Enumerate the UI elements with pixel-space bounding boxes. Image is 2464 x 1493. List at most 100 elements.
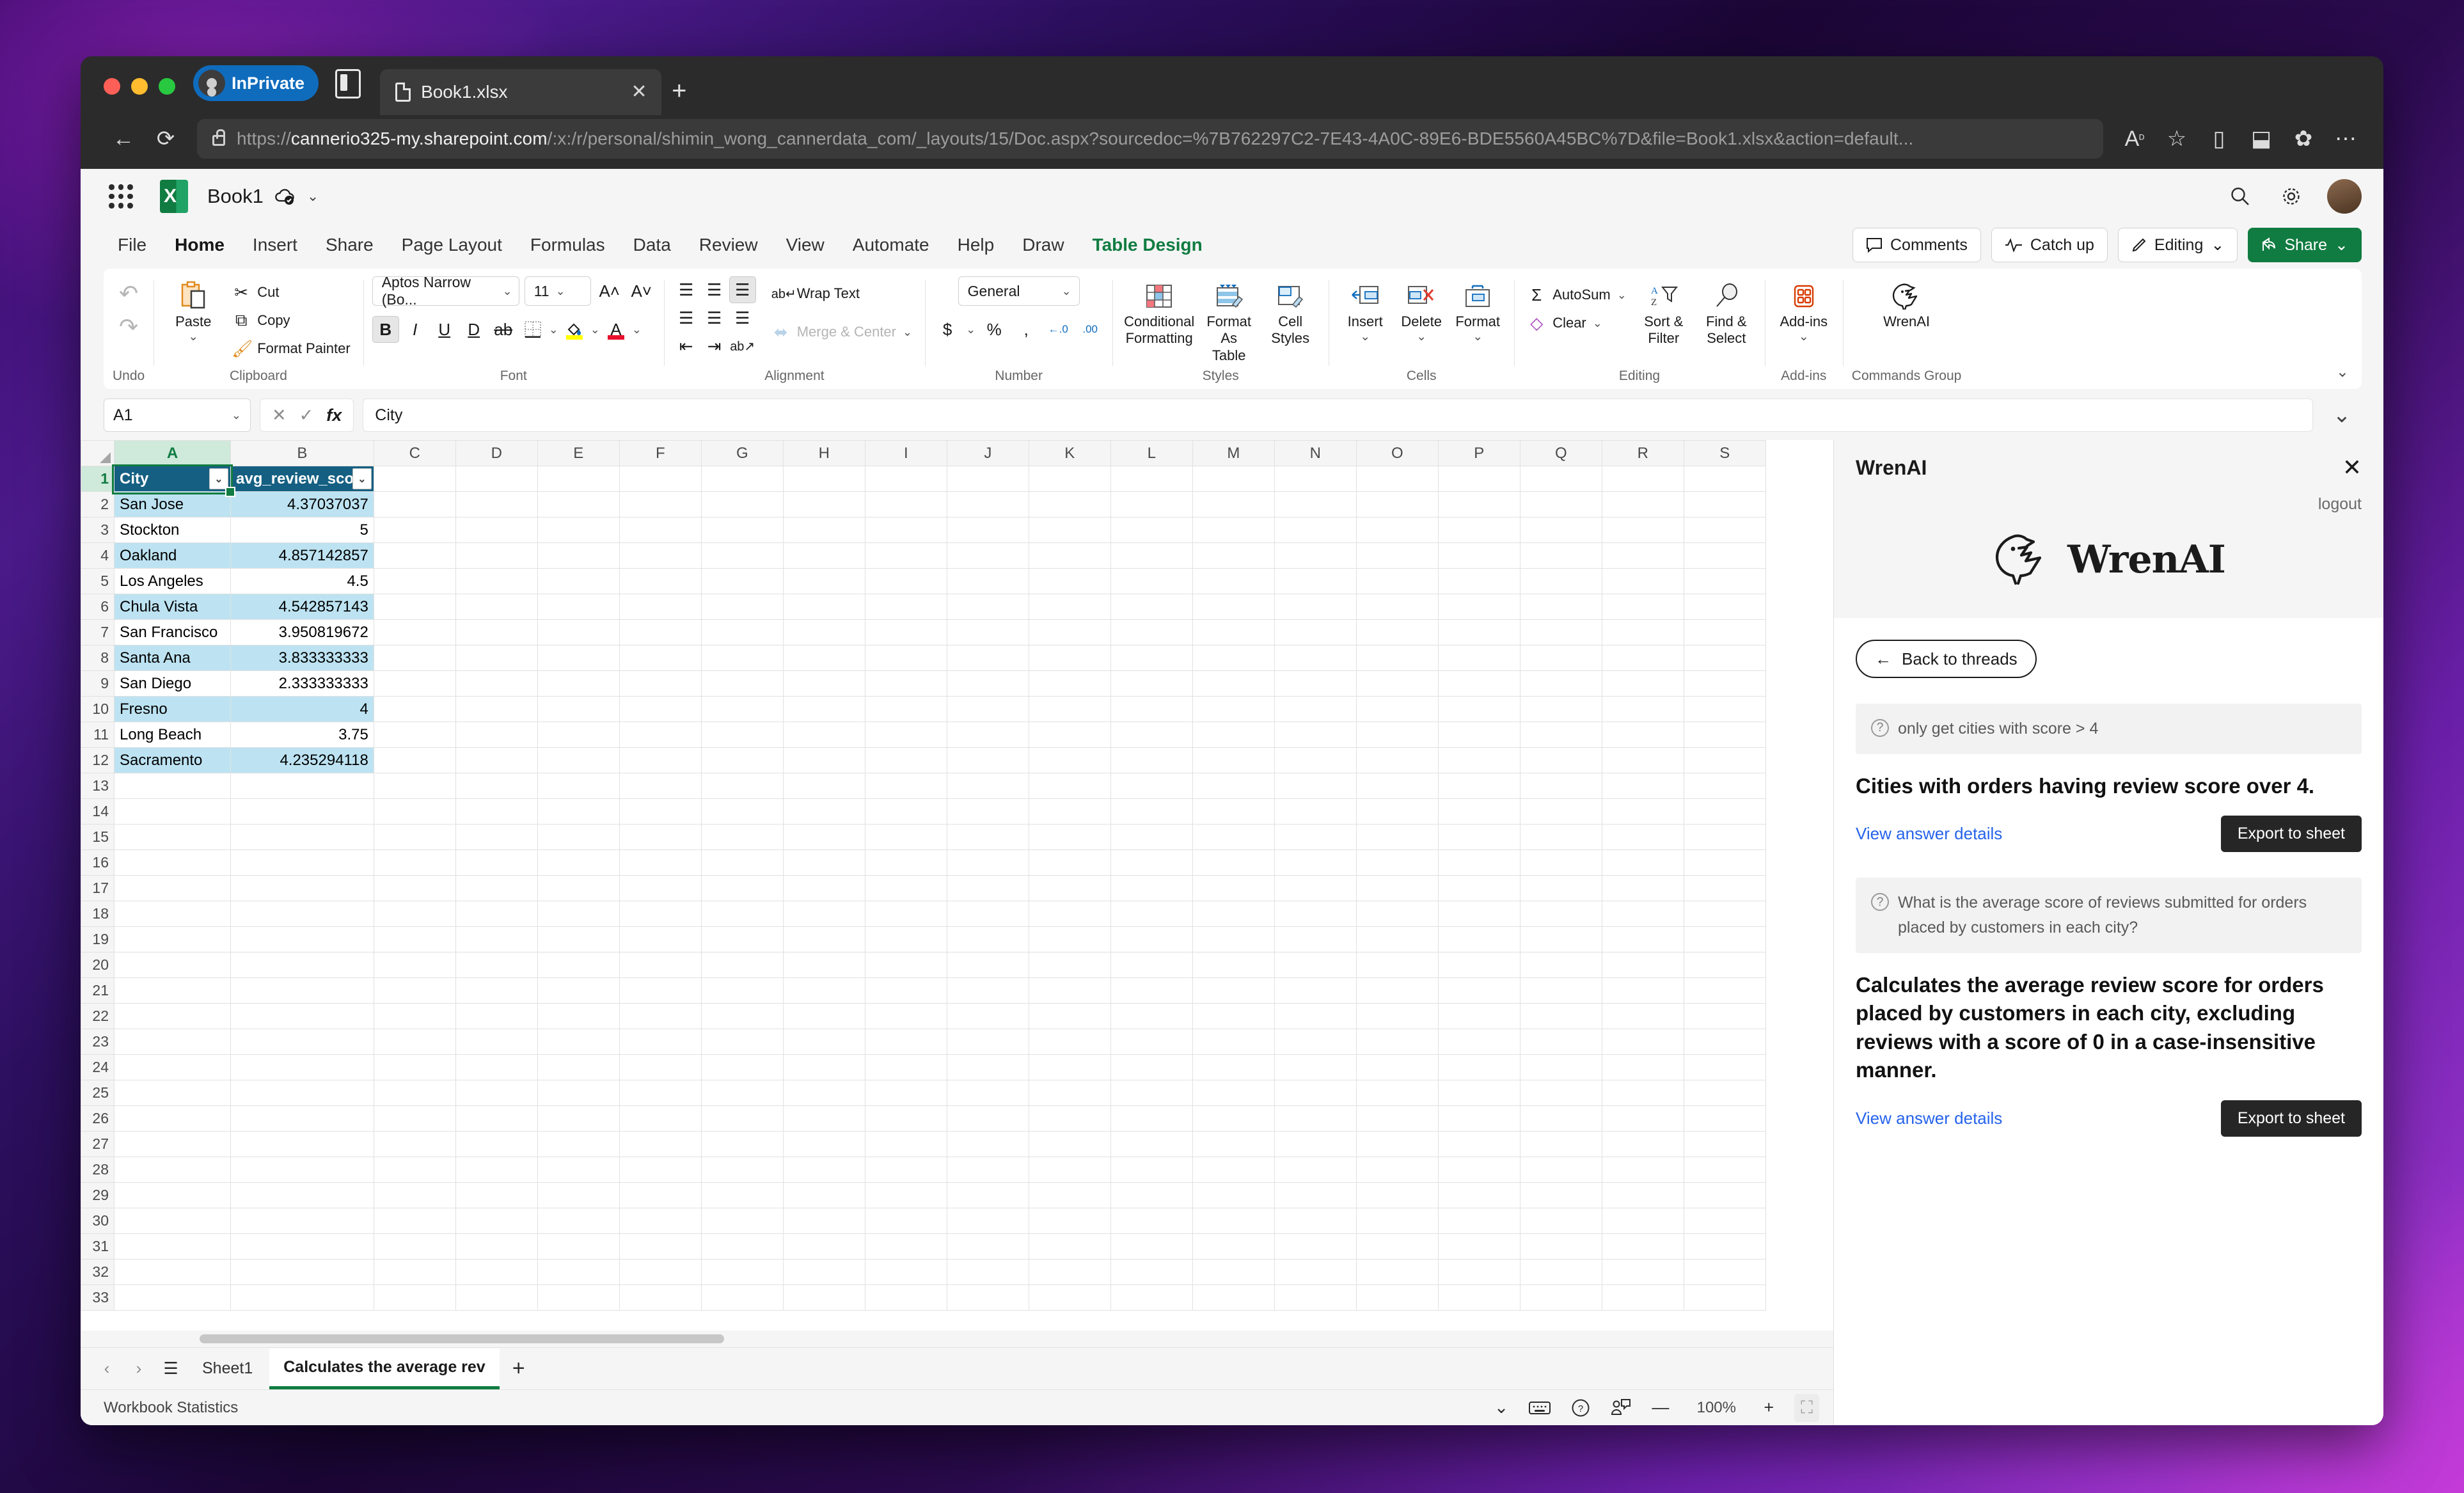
undo-icon[interactable]: ↶ (119, 280, 138, 307)
row-header-32[interactable]: 32 (81, 1259, 115, 1285)
cell-a7[interactable]: San Francisco (114, 619, 231, 645)
help-icon[interactable]: ? (1571, 1398, 1590, 1418)
editing-mode-button[interactable]: Editing ⌄ (2117, 228, 2238, 262)
currency-button[interactable]: $ (934, 316, 961, 343)
cell-b4[interactable]: 4.857142857 (230, 542, 374, 569)
cell-b2[interactable]: 4.37037037 (230, 491, 374, 517)
format-cells-button[interactable]: Format ⌄ (1450, 276, 1505, 345)
table-row[interactable]: 10 Fresno 4 (81, 696, 1766, 722)
chevron-down-icon[interactable]: ⌄ (1494, 1398, 1509, 1418)
chevron-down-icon[interactable]: ⌄ (188, 330, 198, 345)
row-header-16[interactable]: 16 (81, 849, 115, 876)
row-header-12[interactable]: 12 (81, 747, 115, 773)
grid-row[interactable]: 30 (81, 1208, 1766, 1234)
minimize-window-button[interactable] (131, 78, 148, 95)
chevron-down-icon[interactable]: ⌄ (1416, 330, 1426, 345)
cell-b10[interactable]: 4 (230, 696, 374, 722)
cell-b6[interactable]: 4.542857143 (230, 594, 374, 620)
add-sheet-button[interactable]: + (502, 1356, 535, 1381)
export-to-sheet-button-2[interactable]: Export to sheet (2220, 1100, 2362, 1137)
menu-item-review[interactable]: Review (685, 230, 772, 260)
menu-item-insert[interactable]: Insert (239, 230, 312, 260)
feedback-icon[interactable] (1611, 1398, 1631, 1417)
menu-item-draw[interactable]: Draw (1008, 230, 1078, 260)
grid-row[interactable]: 20 (81, 952, 1766, 978)
export-to-sheet-button-1[interactable]: Export to sheet (2220, 816, 2362, 853)
cell-a8[interactable]: Santa Ana (114, 645, 231, 671)
all-sheets-icon[interactable]: ☰ (156, 1354, 186, 1384)
number-format-select[interactable]: General ⌄ (958, 276, 1080, 306)
table-row[interactable]: 7 San Francisco 3.950819672 (81, 619, 1766, 645)
table-row[interactable]: 5 Los Angeles 4.5 (81, 568, 1766, 594)
row-header-7[interactable]: 7 (81, 619, 115, 645)
column-header-f[interactable]: F (619, 440, 702, 466)
url-input[interactable]: https://cannerio325-my.sharepoint.com/:x… (197, 119, 2103, 159)
row-header-14[interactable]: 14 (81, 798, 115, 825)
align-top-button[interactable]: ☰ (673, 276, 700, 303)
font-family-select[interactable]: Aptos Narrow (Bo... ⌄ (372, 274, 519, 308)
grid-row[interactable]: 33 (81, 1284, 1766, 1311)
menu-item-share[interactable]: Share (312, 230, 388, 260)
grid-row[interactable]: 25 (81, 1080, 1766, 1106)
format-painter-button[interactable]: 🖌 Format Painter (228, 335, 354, 362)
share-button[interactable]: Share ⌄ (2248, 228, 2362, 262)
format-as-table-button[interactable]: Format As Table (1198, 276, 1260, 364)
workbook-statistics-label[interactable]: Workbook Statistics (104, 1399, 238, 1417)
row-header-25[interactable]: 25 (81, 1080, 115, 1106)
menu-item-page-layout[interactable]: Page Layout (388, 230, 516, 260)
cell-a11[interactable]: Long Beach (114, 722, 231, 748)
column-header-a[interactable]: A (114, 440, 231, 466)
strikethrough-button[interactable]: ab (490, 316, 517, 343)
logout-link[interactable]: logout (1856, 495, 2362, 529)
redo-icon[interactable]: ↷ (119, 313, 138, 340)
back-to-threads-button[interactable]: ← Back to threads (1856, 640, 2037, 678)
cancel-formula-icon[interactable]: ✕ (272, 406, 287, 425)
grid-row[interactable]: 16 (81, 849, 1766, 876)
orientation-button[interactable]: ab↗ (729, 333, 756, 359)
decrease-indent-button[interactable]: ⇤ (673, 333, 700, 359)
table-row[interactable]: 12 Sacramento 4.235294118 (81, 747, 1766, 773)
menu-item-home[interactable]: Home (161, 230, 239, 260)
table-row[interactable]: 2 San Jose 4.37037037 (81, 491, 1766, 517)
cell-a12[interactable]: Sacramento (114, 747, 231, 773)
cell-a2[interactable]: San Jose (114, 491, 231, 517)
fit-to-window-icon[interactable]: ⛶ (1794, 1393, 1819, 1422)
menu-item-automate[interactable]: Automate (839, 230, 944, 260)
row-header-8[interactable]: 8 (81, 645, 115, 671)
scrollbar-thumb[interactable] (200, 1334, 724, 1343)
cell-a6[interactable]: Chula Vista (114, 594, 231, 620)
table-row[interactable]: 3 Stockton 5 (81, 517, 1766, 543)
column-header-j[interactable]: J (946, 440, 1029, 466)
grid-row[interactable]: 26 (81, 1105, 1766, 1132)
row-header-15[interactable]: 15 (81, 824, 115, 850)
browser-settings-icon[interactable]: ⋯ (2326, 119, 2365, 159)
increase-indent-button[interactable]: ⇥ (701, 333, 728, 359)
grid-row[interactable]: 17 (81, 875, 1766, 901)
column-header-p[interactable]: P (1437, 440, 1520, 466)
underline-button[interactable]: U (431, 316, 458, 343)
row-header-21[interactable]: 21 (81, 977, 115, 1004)
row-header-9[interactable]: 9 (81, 670, 115, 697)
catch-up-button[interactable]: Catch up (1991, 228, 2108, 262)
column-header-k[interactable]: K (1028, 440, 1111, 466)
insert-function-icon[interactable]: fx (326, 406, 342, 425)
column-header-l[interactable]: L (1110, 440, 1193, 466)
cell-b7[interactable]: 3.950819672 (230, 619, 374, 645)
column-header-g[interactable]: G (700, 440, 784, 466)
inprivate-badge[interactable]: InPrivate (193, 65, 319, 101)
row-header-13[interactable]: 13 (81, 773, 115, 799)
grid-row[interactable]: 32 (81, 1259, 1766, 1285)
align-left-button[interactable]: ☰ (673, 304, 700, 331)
paste-button[interactable]: Paste ⌄ (162, 276, 224, 345)
close-icon[interactable]: ✕ (628, 83, 650, 102)
app-launcher-icon[interactable] (104, 179, 138, 214)
gear-icon[interactable] (2276, 181, 2307, 212)
grid-host[interactable]: A B C D E F G H I J K L M N O P Q R S 1 … (81, 440, 1833, 1331)
grid-row[interactable]: 19 (81, 926, 1766, 952)
cell-b9[interactable]: 2.333333333 (230, 670, 374, 697)
row-header-28[interactable]: 28 (81, 1157, 115, 1183)
row-header-23[interactable]: 23 (81, 1029, 115, 1055)
column-header-d[interactable]: D (455, 440, 538, 466)
sheet-tab-calculates[interactable]: Calculates the average rev (269, 1348, 500, 1389)
column-header-h[interactable]: H (782, 440, 865, 466)
